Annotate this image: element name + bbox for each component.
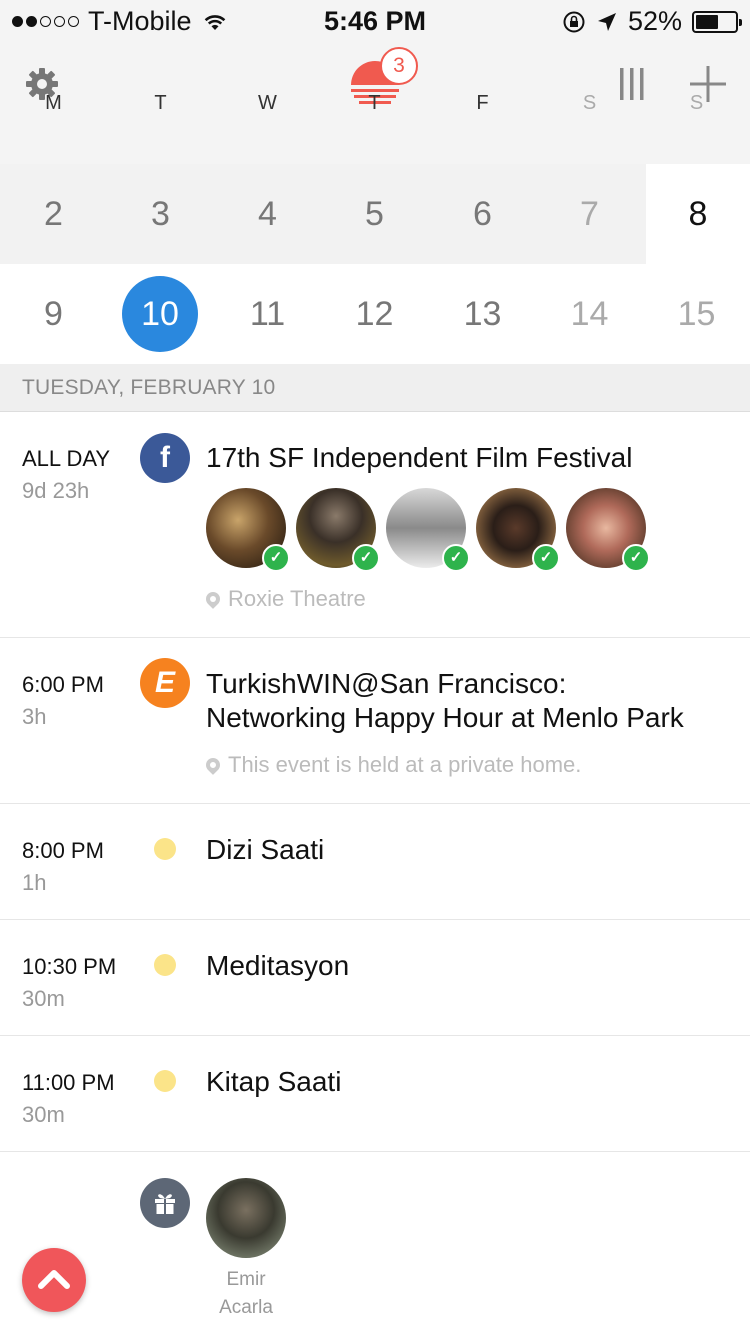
checkmark-icon: ✓ xyxy=(262,544,290,572)
attendee-avatar[interactable]: ✓ xyxy=(206,488,296,578)
weekday-label: T xyxy=(368,92,381,114)
checkmark-icon: ✓ xyxy=(532,544,560,572)
scroll-to-top-button[interactable] xyxy=(22,1248,86,1312)
calendar-day[interactable]: 4 xyxy=(214,164,321,264)
calendar-day[interactable]: 6 xyxy=(429,164,536,264)
event-title: Meditasyon xyxy=(206,950,350,981)
calendar-day[interactable]: 9 xyxy=(0,264,107,364)
checkmark-icon: ✓ xyxy=(352,544,380,572)
avatar[interactable] xyxy=(206,1178,286,1258)
event-row[interactable]: 11:00 PM 30m Kitap Saati xyxy=(0,1036,750,1152)
weekday-label: M xyxy=(45,92,62,114)
status-bar: T-Mobile 5:46 PM 52% xyxy=(0,0,750,40)
attendee-avatar[interactable]: ✓ xyxy=(296,488,386,578)
event-time: ALL DAY xyxy=(22,446,111,471)
calendar-week-row: 2 3 4 5 6 7 8 xyxy=(0,164,750,265)
calendar-day[interactable]: 15 xyxy=(643,264,750,364)
location-pin-icon xyxy=(203,755,223,775)
battery-icon xyxy=(692,10,742,33)
checkmark-icon: ✓ xyxy=(442,544,470,572)
attendee-avatar[interactable]: ✓ xyxy=(476,488,566,578)
calendar-color-dot xyxy=(154,838,176,860)
event-title: 17th SF Independent Film Festival xyxy=(206,442,633,473)
event-time: 6:00 PM xyxy=(22,672,104,697)
notification-badge[interactable]: 3 xyxy=(380,47,418,85)
calendar-day[interactable]: 12 xyxy=(321,264,428,364)
battery-percent: 52% xyxy=(627,6,682,36)
weekday-label: S xyxy=(582,92,597,114)
facebook-icon: f xyxy=(140,433,190,483)
attendee-avatar[interactable]: ✓ xyxy=(386,488,476,578)
event-row[interactable]: 10:30 PM 30m Meditasyon xyxy=(0,920,750,1036)
event-time: 10:30 PM xyxy=(22,954,117,979)
attendee-avatar[interactable]: ✓ xyxy=(566,488,656,578)
event-row[interactable]: ALL DAY 9d 23h f 17th SF Independent Fil… xyxy=(0,412,750,638)
selected-day-label: 10 xyxy=(122,276,198,352)
birthday-person-name: Emir Acarla xyxy=(196,1266,296,1322)
event-time: 8:00 PM xyxy=(22,838,104,863)
calendar-day-today[interactable]: 8 xyxy=(646,164,750,264)
calendar-day[interactable]: 5 xyxy=(321,164,428,264)
calendar-color-dot xyxy=(154,1070,176,1092)
eventbrite-icon: E xyxy=(140,658,190,708)
event-location-text: This event is held at a private home. xyxy=(228,752,582,777)
weekday-label: F xyxy=(476,92,489,114)
event-location: Roxie Theatre xyxy=(203,586,366,612)
event-duration: 3h xyxy=(22,704,47,729)
weekday-label: W xyxy=(258,92,277,114)
event-title: Dizi Saati xyxy=(206,834,325,865)
weekday-label: S xyxy=(689,92,704,114)
calendar-day-selected[interactable]: 10 xyxy=(122,276,198,352)
status-right: 52% xyxy=(562,6,742,37)
location-pin-icon xyxy=(203,589,223,609)
weekday-label: T xyxy=(154,92,167,114)
rotation-lock-icon xyxy=(563,11,585,32)
birthday-row[interactable]: Emir Acarla xyxy=(0,1152,750,1334)
event-duration: 9d 23h xyxy=(22,478,90,503)
calendar-day[interactable]: 14 xyxy=(536,264,643,364)
event-duration: 30m xyxy=(22,986,65,1011)
event-title-line: TurkishWIN@San Francisco: xyxy=(206,668,567,699)
event-time: 11:00 PM xyxy=(22,1070,115,1095)
birthday-first-name: Emir xyxy=(226,1269,266,1290)
calendar-day[interactable]: 11 xyxy=(214,264,321,364)
event-location: This event is held at a private home. xyxy=(203,752,582,778)
gift-icon xyxy=(140,1178,190,1228)
calendar-day[interactable]: 13 xyxy=(429,264,536,364)
date-section-header: TUESDAY, FEBRUARY 10 xyxy=(0,364,750,412)
event-row[interactable]: 6:00 PM 3h E TurkishWIN@San Francisco: N… xyxy=(0,638,750,804)
birthday-last-name: Acarla xyxy=(219,1297,273,1318)
calendar-day[interactable]: 7 xyxy=(536,164,643,264)
event-title-line: Networking Happy Hour at Menlo Park xyxy=(206,702,684,733)
event-duration: 30m xyxy=(22,1102,65,1127)
event-row[interactable]: 8:00 PM 1h Dizi Saati xyxy=(0,804,750,920)
section-date-label: TUESDAY, FEBRUARY 10 xyxy=(22,376,276,399)
calendar-week-row: 9 10 11 12 13 14 15 xyxy=(0,264,750,365)
event-title: Kitap Saati xyxy=(206,1066,342,1097)
calendar-color-dot xyxy=(154,954,176,976)
location-arrow-icon xyxy=(597,12,616,31)
calendar-day[interactable]: 3 xyxy=(107,164,214,264)
event-title: TurkishWIN@San Francisco: Networking Hap… xyxy=(206,667,684,735)
event-location-text: Roxie Theatre xyxy=(228,586,366,611)
calendar-day[interactable]: 2 xyxy=(0,164,107,264)
event-duration: 1h xyxy=(22,870,47,895)
checkmark-icon: ✓ xyxy=(622,544,650,572)
chevron-up-icon xyxy=(38,1270,70,1289)
